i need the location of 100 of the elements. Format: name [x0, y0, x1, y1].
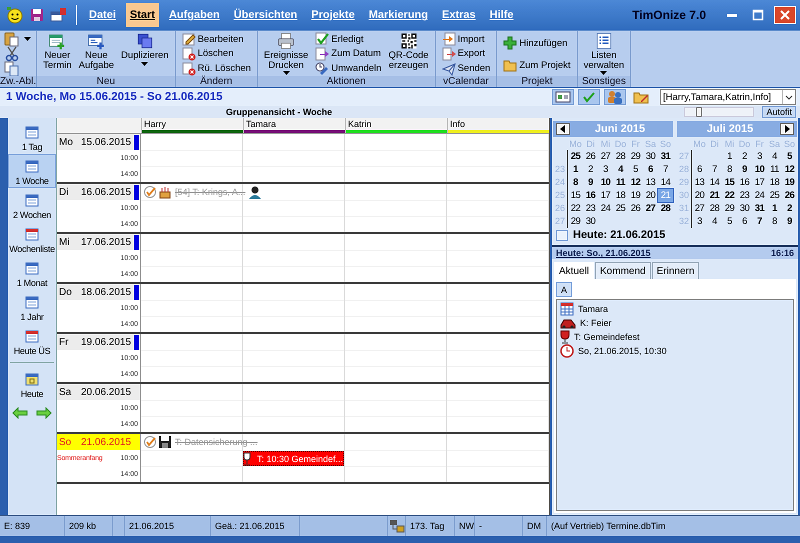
calendar-day[interactable]: 3 — [598, 163, 613, 176]
calendar-day[interactable]: 13 — [643, 176, 658, 189]
toolbar-button[interactable] — [552, 89, 574, 105]
calendar-day[interactable]: 24 — [752, 189, 767, 202]
calendar-day[interactable]: 25 — [613, 202, 628, 215]
calendar-day[interactable]: 18 — [613, 189, 628, 202]
column-header[interactable]: Tamara — [244, 118, 345, 129]
close-button[interactable] — [774, 6, 796, 24]
view-button[interactable]: Wochenliste — [8, 222, 56, 256]
calendar-day[interactable]: 2 — [583, 163, 598, 176]
calendar-day[interactable]: 30 — [737, 202, 752, 215]
calendar-day[interactable]: 22 — [722, 189, 737, 202]
today-link[interactable]: Heute: So., 21.06.2015 — [556, 248, 651, 258]
menu-tab[interactable]: Übersichten — [230, 3, 302, 27]
calendar-day[interactable]: 8 — [722, 163, 737, 176]
calendar-day[interactable]: 13 — [692, 176, 707, 189]
view-button[interactable]: 1 Woche — [8, 154, 56, 188]
calendar-day[interactable]: 11 — [767, 163, 782, 176]
calendar-day[interactable]: 9 — [737, 163, 752, 176]
calendar-day[interactable]: 5 — [782, 150, 797, 163]
calendar-day[interactable]: 7 — [658, 163, 673, 176]
calendar-day[interactable]: 1 — [722, 150, 737, 163]
view-button[interactable]: 1 Monat — [8, 256, 56, 290]
view-button[interactable]: Heute ÜS — [8, 324, 56, 358]
calendar-day[interactable]: 29 — [628, 150, 643, 163]
calendar-day[interactable]: 27 — [692, 202, 707, 215]
menu-tab[interactable]: Markierung — [364, 3, 432, 27]
calendar-day[interactable]: 22 — [568, 202, 583, 215]
calendar-day[interactable]: 9 — [583, 176, 598, 189]
ribbon-button[interactable]: Ereignisse Drucken — [262, 32, 310, 76]
ribbon-button[interactable]: Neue Aufgabe — [76, 32, 116, 76]
calendar-day[interactable]: 30 — [583, 215, 598, 228]
calendar-day[interactable]: 14 — [658, 176, 673, 189]
calendar-day[interactable]: 25 — [568, 150, 583, 163]
letter-tab[interactable]: A — [556, 282, 572, 297]
ribbon-button[interactable]: Bearbeiten — [182, 32, 251, 46]
calendar-day[interactable]: 29 — [722, 202, 737, 215]
calendar-day[interactable]: 20 — [692, 189, 707, 202]
previous-button[interactable] — [10, 405, 30, 421]
menu-tab[interactable]: Datei — [85, 3, 120, 27]
calendar-day[interactable]: 23 — [583, 202, 598, 215]
tab[interactable]: Kommend — [595, 262, 651, 279]
menu-tab[interactable]: Start — [126, 3, 159, 27]
calendar-day[interactable]: 10 — [598, 176, 613, 189]
calendar-day[interactable]: 4 — [613, 163, 628, 176]
tab[interactable]: Erinnern — [652, 262, 700, 279]
calendar-day[interactable]: 18 — [767, 176, 782, 189]
view-button[interactable]: 1 Jahr — [8, 290, 56, 324]
ribbon-button[interactable]: Zum Projekt — [503, 58, 571, 72]
calendar-day[interactable]: 16 — [583, 189, 598, 202]
ribbon-button[interactable]: Löschen — [182, 46, 251, 61]
calendar-day[interactable]: 26 — [628, 202, 643, 215]
next-button[interactable] — [34, 405, 54, 421]
calendar-day[interactable]: 12 — [782, 163, 797, 176]
ribbon-button[interactable]: Senden — [442, 62, 490, 76]
calendar-day[interactable]: 3 — [692, 215, 707, 228]
previous-month-button[interactable] — [556, 123, 570, 135]
ribbon-button[interactable]: Export — [442, 46, 490, 61]
calendar-day[interactable]: 14 — [707, 176, 722, 189]
calendar-day[interactable]: 17 — [598, 189, 613, 202]
calendar-day[interactable]: 8 — [767, 215, 782, 228]
paste-button[interactable] — [4, 32, 31, 46]
calendar-day[interactable]: 7 — [707, 163, 722, 176]
calendar-day[interactable]: 25 — [767, 189, 782, 202]
calendar-day[interactable]: 5 — [628, 163, 643, 176]
calendar-day[interactable]: 3 — [752, 150, 767, 163]
calendar-day[interactable]: 15 — [568, 189, 583, 202]
calendar-day[interactable]: 1 — [767, 202, 782, 215]
calendar-day[interactable]: 10 — [752, 163, 767, 176]
calendar-day[interactable]: 6 — [737, 215, 752, 228]
calendar-day[interactable]: 4 — [707, 215, 722, 228]
menu-tab[interactable]: Extras — [438, 3, 480, 27]
ribbon-button[interactable]: Neuer Termin — [41, 32, 74, 76]
today-button[interactable]: Heute — [8, 367, 56, 401]
appointment-block[interactable]: T: 10:30 Gemeindef... — [243, 451, 344, 466]
ribbon-button[interactable]: QR-Code erzeugen — [386, 32, 431, 76]
calendar-day[interactable]: 21 — [707, 189, 722, 202]
ribbon-button[interactable]: Erledigt — [315, 32, 382, 46]
column-header[interactable]: Info — [448, 118, 549, 129]
person-filter-dropdown[interactable]: [Harry,Tamara,Katrin,Info] — [660, 89, 796, 105]
autofit-button[interactable]: Autofit — [762, 106, 796, 118]
calendar-day[interactable]: 26 — [583, 150, 598, 163]
ribbon-button[interactable]: Zum Datum — [315, 46, 382, 61]
calendar-day[interactable]: 12 — [628, 176, 643, 189]
calendar-day[interactable]: 15 — [722, 176, 737, 189]
column-header[interactable]: Harry — [142, 118, 243, 129]
ribbon-button[interactable]: Umwandeln — [315, 62, 382, 76]
calendar-day[interactable]: 9 — [782, 215, 797, 228]
calendar-day[interactable]: 19 — [628, 189, 643, 202]
save-icon[interactable] — [30, 8, 44, 22]
window-icon[interactable] — [50, 7, 68, 23]
calendar-day[interactable]: 27 — [643, 202, 658, 215]
slider-thumb[interactable] — [696, 107, 702, 117]
ribbon-button[interactable]: Hinzufügen — [503, 36, 571, 50]
column-header[interactable]: Katrin — [346, 118, 447, 129]
calendar-day[interactable]: 5 — [722, 215, 737, 228]
calendar-day[interactable]: 16 — [737, 176, 752, 189]
calendar-day[interactable]: 19 — [782, 176, 797, 189]
calendar-day[interactable]: 26 — [782, 189, 797, 202]
menu-tab[interactable]: Aufgaben — [164, 3, 224, 27]
